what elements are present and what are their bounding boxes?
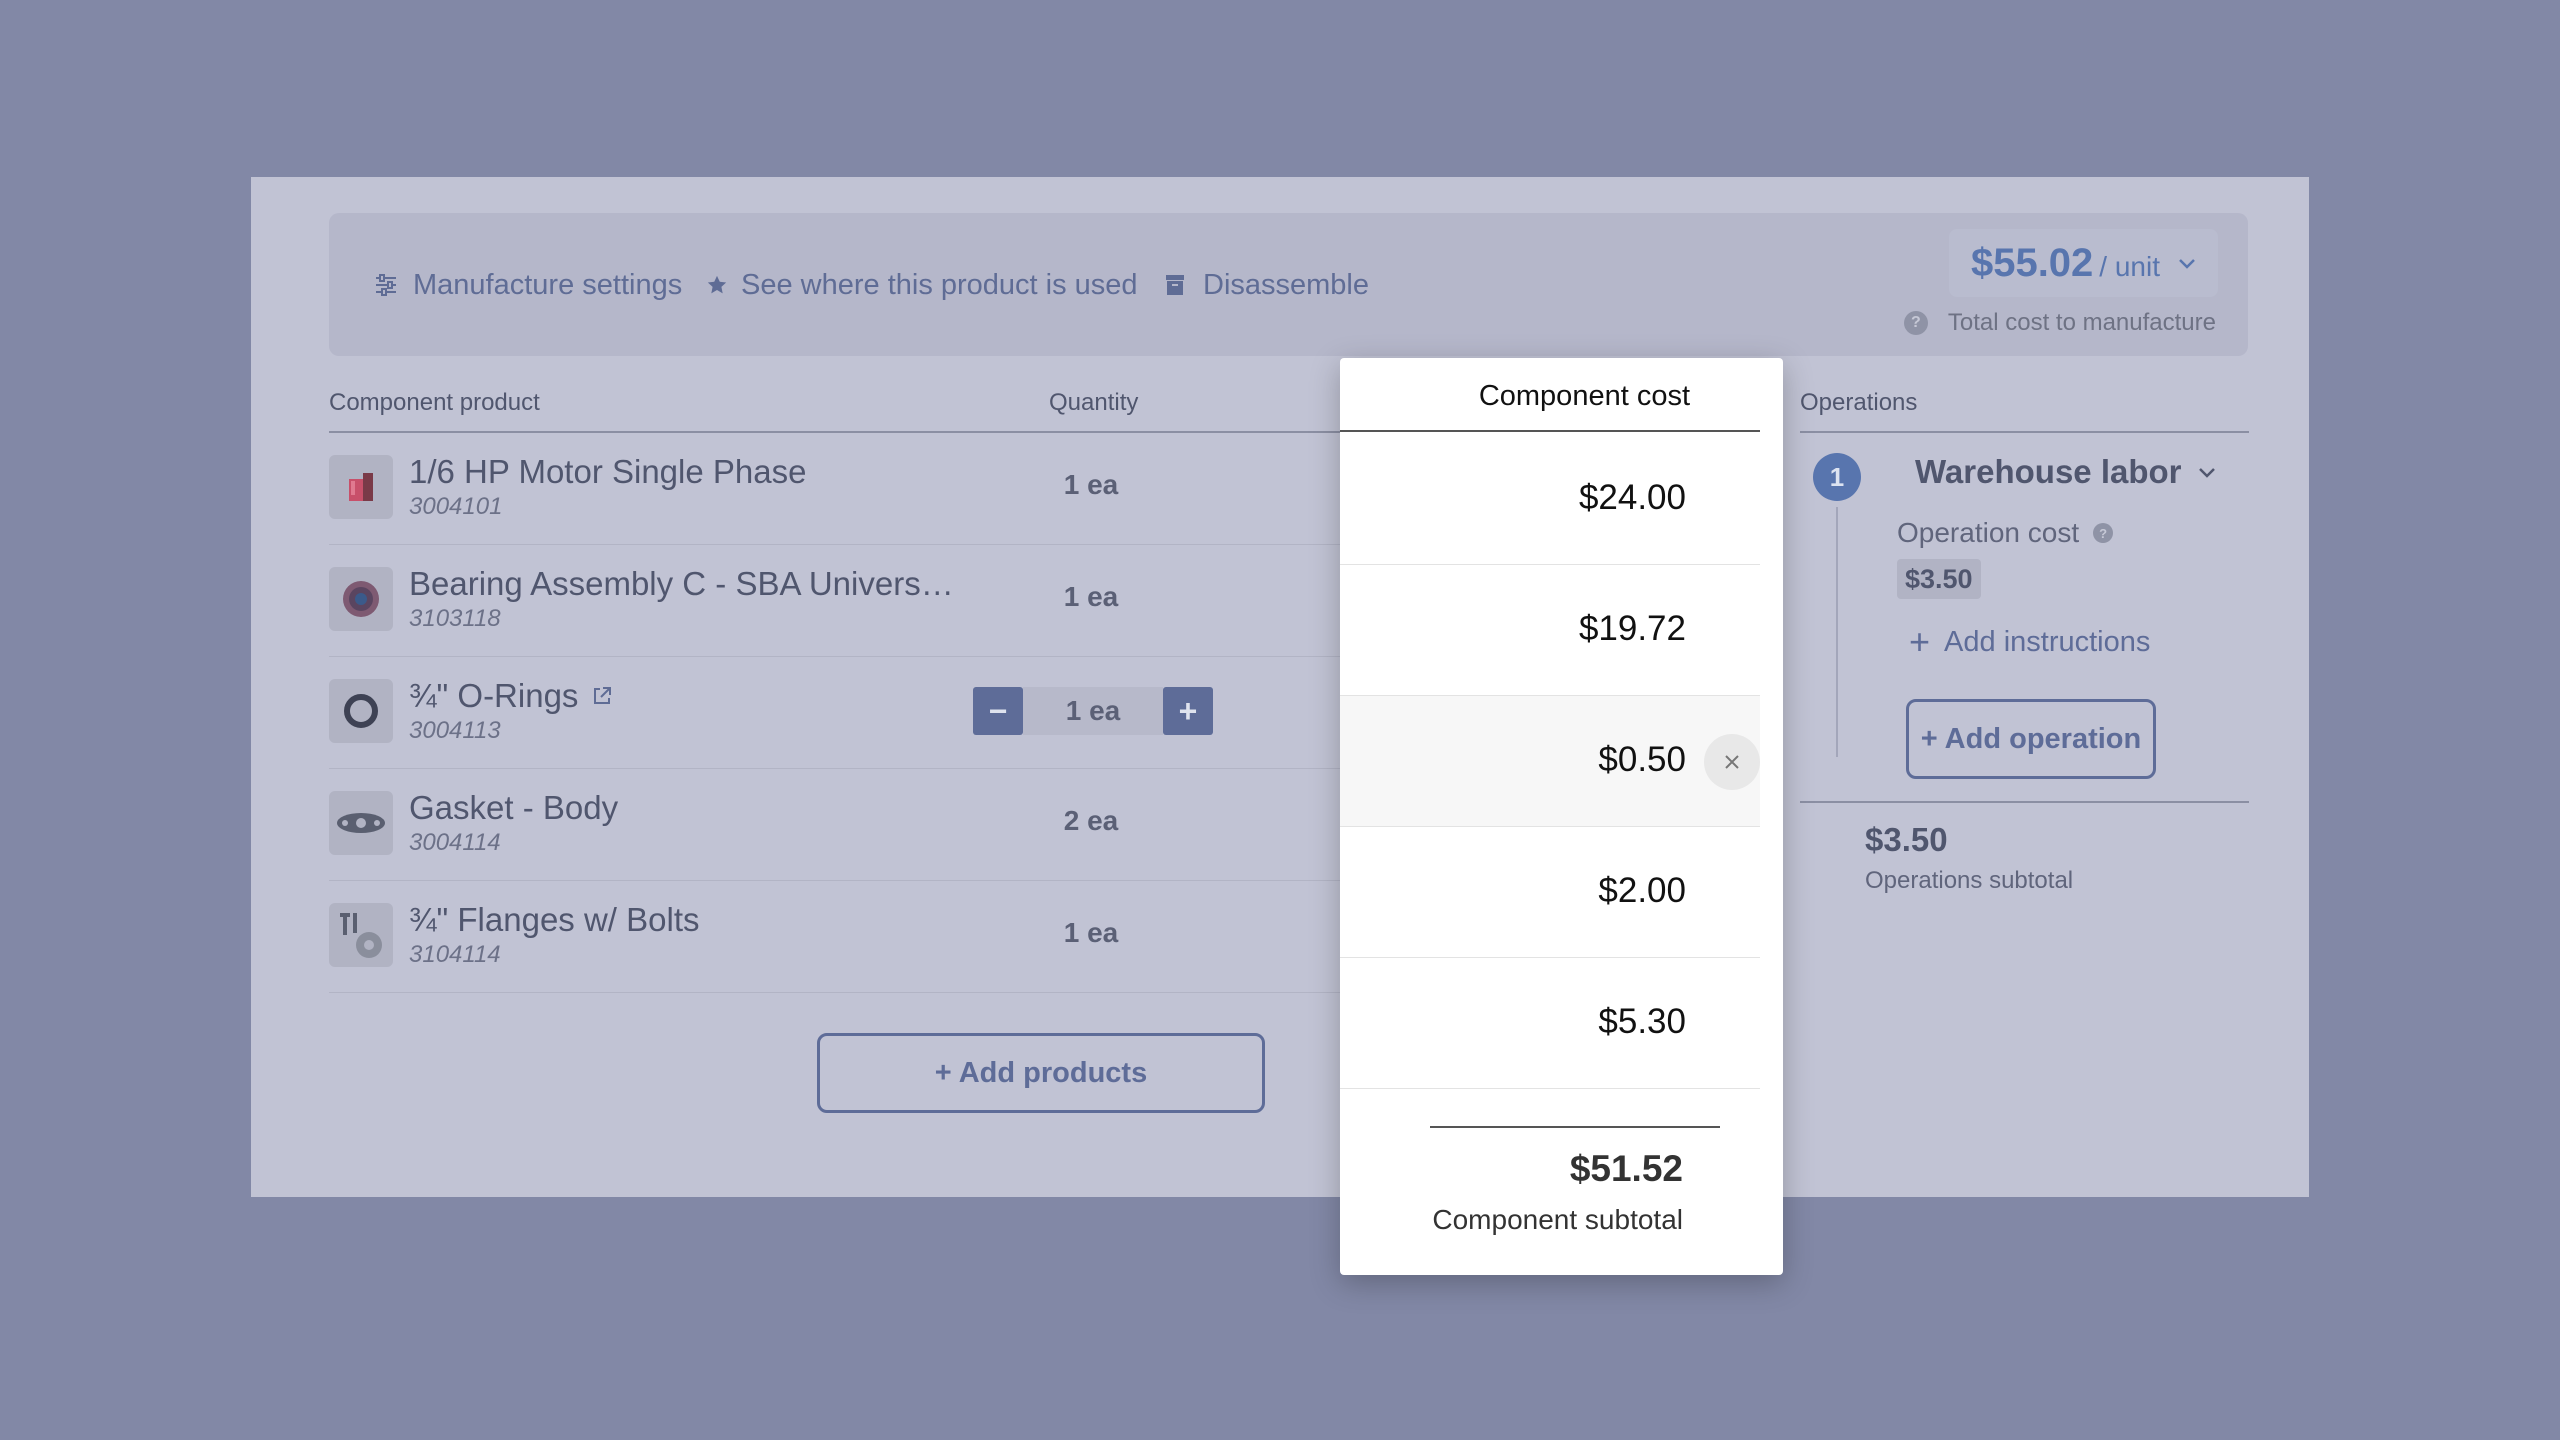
- product-name[interactable]: Bearing Assembly C - SBA Univers…: [409, 565, 954, 603]
- unit-cost-unit: / unit: [2099, 251, 2160, 282]
- increment-button[interactable]: +: [1163, 687, 1213, 735]
- product-sku: 3004114: [409, 829, 501, 856]
- operation-step-badge: 1: [1813, 453, 1861, 501]
- product-thumbnail: [329, 679, 393, 743]
- product-sku: 3004101: [409, 493, 503, 520]
- product-thumbnail: [329, 903, 393, 967]
- total-cost-label: Total cost to manufacture: [1947, 309, 2216, 336]
- component-cost-value[interactable]: $5.30: [1598, 1002, 1686, 1042]
- quantity-value[interactable]: 2 ea: [1029, 805, 1153, 837]
- operations-subtotal-label: Operations subtotal: [1865, 867, 2074, 894]
- quantity-value[interactable]: 1 ea: [1029, 469, 1153, 501]
- table-row[interactable]: Bearing Assembly C - SBA Univers… 310311…: [329, 545, 1341, 657]
- manufacture-settings-link[interactable]: Manufacture settings: [371, 263, 682, 307]
- cost-row[interactable]: $19.72: [1340, 565, 1760, 696]
- table-row[interactable]: ¾" Flanges w/ Bolts 3104114 1 ea: [329, 881, 1341, 993]
- product-sku: 3004113: [409, 717, 501, 744]
- operation-cost-label: Operation cost ?: [1897, 517, 2114, 549]
- product-name-wrap[interactable]: ¾" O-Rings: [409, 677, 612, 715]
- component-subtotal-value: $51.52: [1569, 1148, 1683, 1189]
- product-thumbnail: [329, 567, 393, 631]
- cost-row[interactable]: $5.30: [1340, 958, 1760, 1089]
- product-thumbnail: [329, 455, 393, 519]
- component-cost-title: Component cost: [1340, 358, 1760, 432]
- add-instructions-link[interactable]: + Add instructions: [1909, 621, 2150, 663]
- total-cost-caption: ? Total cost to manufacture: [1903, 309, 2216, 337]
- star-icon: [705, 270, 729, 300]
- quantity-value[interactable]: 1 ea: [1029, 581, 1153, 613]
- help-icon[interactable]: ?: [2093, 523, 2114, 543]
- chevron-down-icon: [2178, 250, 2196, 276]
- see-where-used-label: See where this product is used: [741, 268, 1138, 301]
- disassemble-label: Disassemble: [1203, 268, 1369, 301]
- see-where-used-link[interactable]: See where this product is used: [705, 263, 1138, 307]
- component-cost-value[interactable]: $0.50: [1598, 740, 1686, 780]
- external-link-icon[interactable]: [592, 686, 612, 706]
- operation-name: Warehouse labor: [1915, 453, 2182, 490]
- chevron-down-icon: [2198, 459, 2216, 485]
- component-cost-value[interactable]: $19.72: [1579, 609, 1686, 649]
- box-icon: [1163, 270, 1187, 300]
- component-subtotal-label: Component subtotal: [1432, 1204, 1683, 1235]
- product-thumbnail: [329, 791, 393, 855]
- component-cost-value[interactable]: $2.00: [1598, 871, 1686, 911]
- sliders-icon: [371, 270, 401, 300]
- component-cost-panel: Component cost $24.00 $19.72 $0.50 $2.00…: [1340, 358, 1783, 1275]
- add-products-button[interactable]: + Add products: [817, 1033, 1265, 1113]
- column-header-component: Component product: [329, 389, 540, 416]
- quantity-input[interactable]: 1 ea: [1023, 687, 1163, 735]
- column-header-operations: Operations: [1800, 389, 1918, 416]
- product-name[interactable]: ¾" O-Rings: [409, 677, 578, 715]
- product-name[interactable]: 1/6 HP Motor Single Phase: [409, 453, 806, 491]
- product-sku: 3104114: [409, 941, 501, 968]
- unit-cost-value: $55.02: [1970, 241, 2094, 285]
- add-operation-button[interactable]: + Add operation: [1906, 699, 2156, 779]
- table-row[interactable]: 1/6 HP Motor Single Phase 3004101 1 ea: [329, 433, 1341, 545]
- operation-cost-value[interactable]: $3.50: [1897, 559, 1981, 599]
- operation-cost-text: Operation cost: [1897, 517, 2080, 548]
- column-header-quantity: Quantity: [1049, 389, 1139, 416]
- manufacture-settings-label: Manufacture settings: [413, 268, 683, 301]
- operations-subtotal-value: $3.50: [1865, 821, 1948, 858]
- product-name[interactable]: Gasket - Body: [409, 789, 618, 827]
- operations-header-divider: [1800, 431, 2249, 433]
- component-cost-value[interactable]: $24.00: [1579, 478, 1686, 518]
- product-name[interactable]: ¾" Flanges w/ Bolts: [409, 901, 700, 939]
- cost-row[interactable]: $24.00: [1340, 434, 1760, 565]
- unit-cost-dropdown[interactable]: $55.02 / unit: [1948, 229, 2218, 297]
- plus-icon: +: [1909, 621, 1931, 662]
- operation-dropdown[interactable]: Warehouse labor: [1915, 453, 2216, 491]
- disassemble-link[interactable]: Disassemble: [1163, 263, 1369, 307]
- quantity-value[interactable]: 1 ea: [1029, 917, 1153, 949]
- operations-subtotal-divider: [1800, 801, 2249, 803]
- cost-row[interactable]: $0.50: [1340, 696, 1760, 827]
- cost-row[interactable]: $2.00: [1340, 827, 1760, 958]
- toolbar: Manufacture settings See where this prod…: [329, 213, 2248, 356]
- help-icon[interactable]: ?: [1903, 311, 1928, 335]
- decrement-button[interactable]: −: [973, 687, 1023, 735]
- operation-timeline: [1836, 507, 1838, 757]
- close-icon[interactable]: [1704, 734, 1760, 790]
- table-row[interactable]: Gasket - Body 3004114 2 ea: [329, 769, 1341, 881]
- bom-card: Manufacture settings See where this prod…: [251, 177, 2309, 1197]
- component-subtotal-divider: [1430, 1126, 1720, 1128]
- add-instructions-label: Add instructions: [1944, 625, 2151, 658]
- product-sku: 3103118: [409, 605, 501, 632]
